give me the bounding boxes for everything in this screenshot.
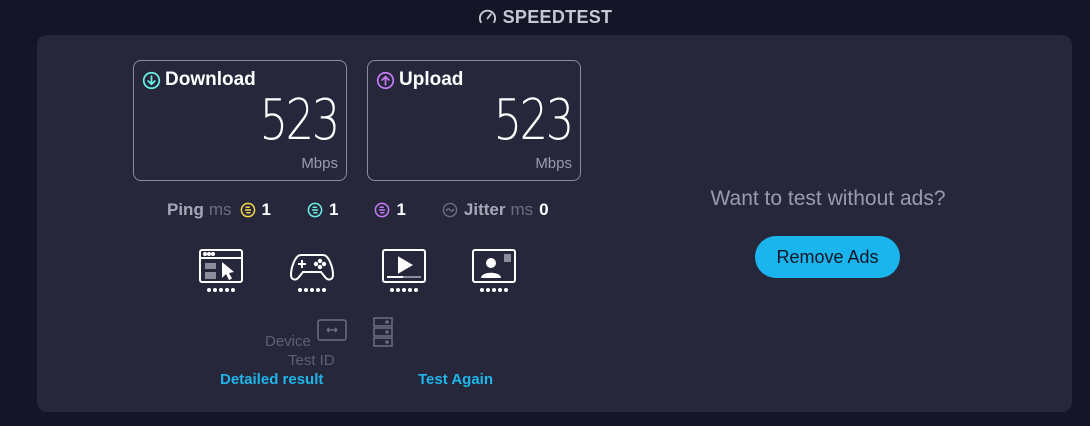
browser-cursor-icon	[199, 249, 243, 283]
jitter-unit: ms	[510, 200, 534, 219]
rating-dots	[380, 288, 428, 292]
upload-label: Upload	[399, 69, 464, 90]
ping-download-value: 1	[328, 200, 339, 219]
latency-row: Ping ms 1 1 1 Jitter ms 0	[167, 199, 549, 221]
rating-dots	[288, 288, 336, 292]
jitter-label: Jitter	[463, 200, 506, 219]
rating-dots	[470, 288, 518, 292]
remove-ads-button[interactable]: Remove Ads	[755, 236, 900, 278]
service-video-chat	[470, 248, 518, 292]
rating-dots	[197, 288, 245, 292]
service-web-browsing	[197, 248, 245, 292]
ping-upload-value: 1	[396, 200, 406, 219]
server-icon	[373, 317, 393, 347]
service-gaming	[288, 248, 336, 292]
test-again-link[interactable]: Test Again	[418, 371, 493, 388]
upload-card: Upload 523 Mbps	[367, 60, 581, 181]
download-card: Download 523 Mbps	[133, 60, 347, 181]
download-label: Download	[165, 69, 256, 90]
no-ads-prompt: Want to test without ads?	[710, 187, 946, 210]
ping-label: Ping	[167, 200, 204, 219]
test-id-label: Test ID	[288, 352, 335, 369]
brand-header: SPEEDTEST	[0, 6, 1090, 28]
arrow-up-circle-icon	[376, 71, 395, 89]
video-chat-icon	[472, 249, 516, 283]
ping-upload-icon	[375, 202, 390, 218]
service-video-streaming	[380, 248, 428, 292]
service-ratings	[197, 248, 516, 298]
ping-idle-value: 1	[261, 200, 271, 219]
download-value: 523	[259, 88, 341, 153]
download-unit: Mbps	[301, 155, 338, 172]
gamepad-icon	[290, 254, 334, 281]
video-play-icon	[382, 249, 426, 283]
ping-idle-icon	[240, 202, 255, 218]
upload-value: 523	[493, 88, 575, 153]
upload-unit: Mbps	[535, 155, 572, 172]
ping-unit: ms	[208, 200, 232, 219]
jitter-icon	[442, 202, 458, 218]
speedometer-icon	[478, 9, 496, 23]
detailed-result-link[interactable]: Detailed result	[220, 371, 323, 388]
brand-title: SPEEDTEST	[502, 6, 613, 27]
jitter-value: 0	[539, 200, 549, 219]
results-panel: Download 523 Mbps Upload 523 Mbps Ping m…	[37, 35, 1072, 412]
device-label: Device	[265, 333, 311, 350]
ping-download-icon	[307, 202, 323, 218]
connection-icon	[317, 319, 347, 341]
arrow-down-circle-icon	[142, 71, 161, 89]
